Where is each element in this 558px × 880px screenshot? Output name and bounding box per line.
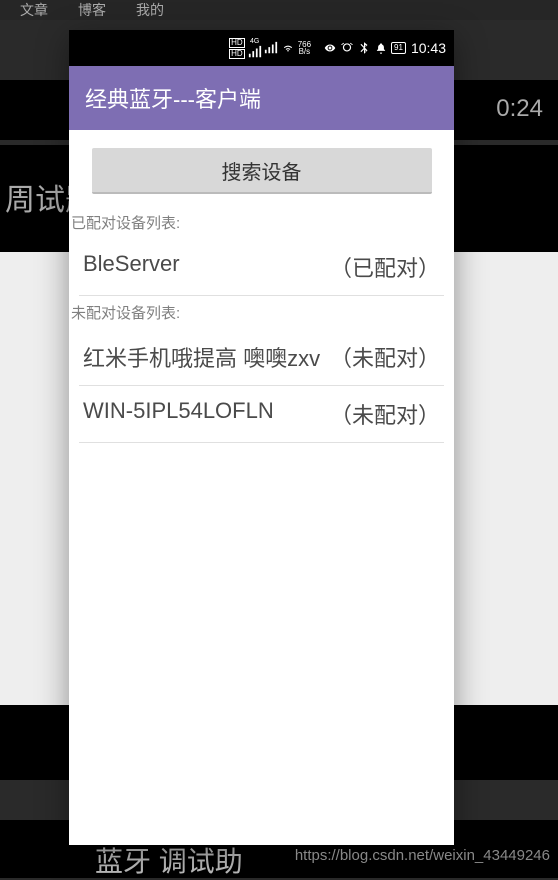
watermark: https://blog.csdn.net/weixin_43449246 — [295, 847, 550, 864]
bg-timestamp: 0:24 — [496, 95, 543, 122]
search-devices-button[interactable]: 搜索设备 — [92, 148, 432, 194]
bluetooth-icon — [357, 41, 371, 55]
speed-unit: B/s — [299, 48, 311, 55]
bg-nav-item: 我的 — [136, 0, 164, 20]
unpaired-device-row[interactable]: WIN-5IPL54LOFLN （未配对） — [79, 386, 444, 443]
battery-icon: 91 — [391, 42, 406, 54]
paired-section-label: 已配对设备列表: — [69, 206, 444, 239]
device-status: （已配对） — [330, 251, 440, 283]
wifi-icon — [281, 41, 295, 55]
unpaired-device-row[interactable]: 红米手机哦提高 噢噢zxv （未配对） — [79, 329, 444, 386]
background-nav: 文章 博客 我的 — [0, 0, 558, 20]
paired-device-row[interactable]: BleServer （已配对） — [79, 239, 444, 296]
bg-nav-item: 文章 — [20, 0, 48, 20]
status-time: 10:43 — [411, 40, 446, 56]
signal-4g-label: 4G — [250, 38, 259, 45]
unpaired-section-label: 未配对设备列表: — [69, 296, 444, 329]
status-signal-group: 4G — [248, 38, 278, 59]
app-bar: 经典蓝牙---客户端 — [69, 66, 454, 130]
bg-nav-item: 博客 — [78, 0, 106, 20]
device-status: （未配对） — [330, 341, 440, 373]
app-title: 经典蓝牙---客户端 — [85, 82, 261, 114]
phone-screen: HD HD 4G 766 B/s 91 10:43 经典蓝牙---客户端 搜索设… — [69, 30, 454, 845]
device-name: WIN-5IPL54LOFLN — [83, 398, 330, 424]
network-speed: 766 B/s — [298, 41, 311, 55]
mute-icon — [374, 41, 388, 55]
signal-bars-icon — [264, 41, 278, 55]
signal-bars-icon — [248, 45, 262, 59]
alarm-icon — [340, 41, 354, 55]
eye-icon — [323, 41, 337, 55]
hd-icon: HD — [229, 38, 245, 48]
status-bar: HD HD 4G 766 B/s 91 10:43 — [69, 30, 454, 66]
content-area: 搜索设备 已配对设备列表: BleServer （已配对） 未配对设备列表: 红… — [69, 130, 454, 443]
bg-bottom-text: 蓝牙 调试助 — [95, 846, 243, 877]
status-hd-group: HD HD — [229, 38, 245, 59]
device-status: （未配对） — [330, 398, 440, 430]
hd-icon: HD — [229, 49, 245, 59]
device-name: BleServer — [83, 251, 330, 277]
device-name: 红米手机哦提高 噢噢zxv — [83, 341, 330, 373]
